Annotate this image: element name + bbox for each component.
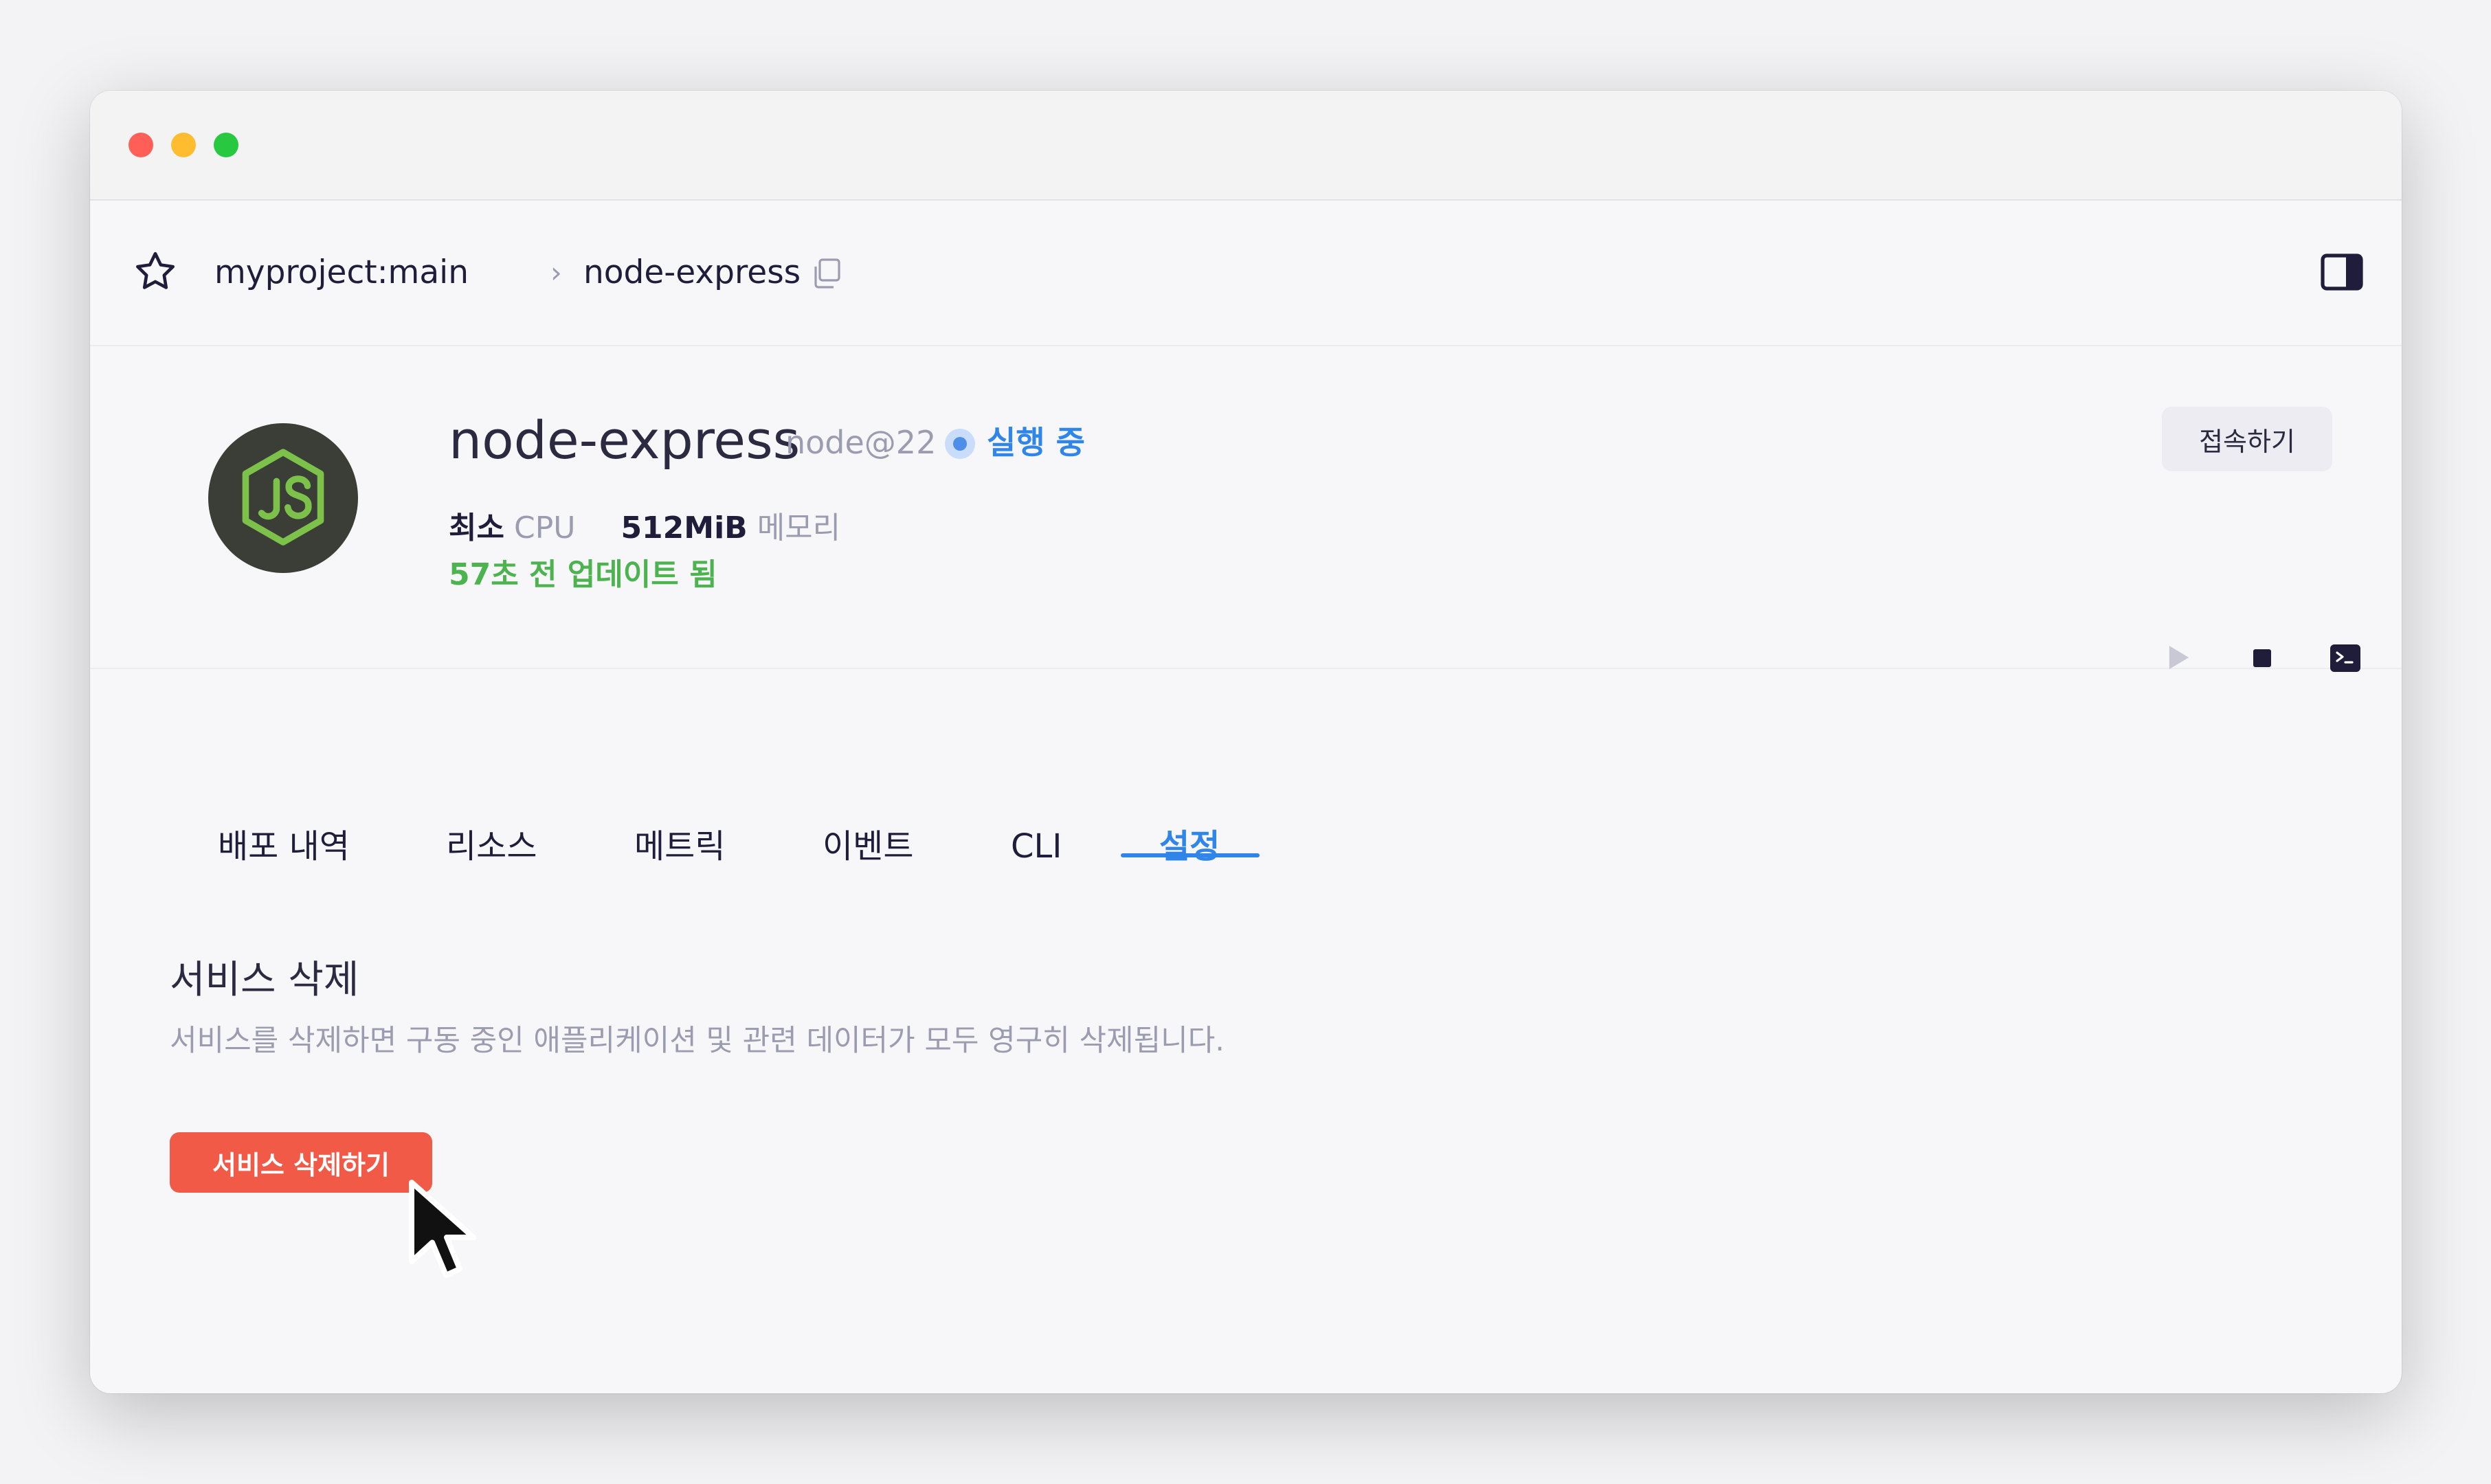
active-tab-indicator bbox=[1121, 853, 1260, 857]
star-icon[interactable] bbox=[131, 248, 179, 296]
delete-service-heading: 서비스 삭제 bbox=[170, 958, 359, 1002]
sidebar-toggle-icon[interactable] bbox=[2320, 253, 2364, 291]
runtime-version: node@22 bbox=[785, 424, 937, 461]
tab-events[interactable]: 이벤트 bbox=[823, 819, 913, 874]
tab-metrics[interactable]: 메트릭 bbox=[634, 819, 725, 874]
service-name: node-express bbox=[449, 409, 801, 471]
status-indicator-icon bbox=[945, 429, 975, 459]
connect-button[interactable]: 접속하기 bbox=[2162, 407, 2332, 471]
cursor-icon bbox=[409, 1180, 476, 1278]
zoom-window-button[interactable] bbox=[214, 133, 238, 157]
breadcrumb-separator: › bbox=[550, 256, 562, 289]
play-icon[interactable] bbox=[2169, 646, 2189, 669]
delete-service-button[interactable]: 서비스 삭제하기 bbox=[170, 1132, 432, 1193]
memory-label: 메모리 bbox=[757, 510, 841, 546]
stop-icon[interactable] bbox=[2253, 649, 2271, 667]
service-header: node-express node@22 실행 중 최소 CPU 512MiB … bbox=[90, 348, 2402, 672]
breadcrumb-service[interactable]: node-express bbox=[583, 249, 801, 297]
cpu-label: CPU bbox=[513, 510, 576, 546]
memory-value: 512MiB bbox=[621, 510, 748, 546]
terminal-icon[interactable] bbox=[2330, 644, 2360, 672]
breadcrumb-project[interactable]: myproject:main bbox=[214, 249, 469, 297]
close-window-button[interactable] bbox=[129, 133, 153, 157]
tab-resources[interactable]: 리소스 bbox=[446, 819, 537, 874]
tab-settings[interactable]: 설정 bbox=[1159, 819, 1220, 874]
cpu-prefix: 최소 bbox=[449, 510, 504, 546]
tab-bar: 배포 내역 리소스 메트릭 이벤트 CLI 설정 bbox=[90, 819, 2402, 881]
nodejs-logo-icon bbox=[208, 423, 358, 573]
titlebar bbox=[90, 91, 2402, 201]
minimize-window-button[interactable] bbox=[171, 133, 196, 157]
app-window: myproject:main › node-express node-expre… bbox=[90, 91, 2402, 1393]
copy-icon[interactable] bbox=[810, 257, 843, 291]
breadcrumb: myproject:main › node-express bbox=[90, 201, 2402, 346]
last-updated: 57초 전 업데이트 됨 bbox=[449, 557, 717, 592]
tab-cli[interactable]: CLI bbox=[1011, 819, 1062, 874]
tab-deploy-history[interactable]: 배포 내역 bbox=[218, 819, 350, 874]
resource-summary: 최소 CPU 512MiB 메모리 bbox=[449, 504, 840, 552]
status-badge: 실행 중 bbox=[987, 424, 1085, 461]
delete-service-description: 서비스를 삭제하면 구동 중인 애플리케이션 및 관련 데이터가 모두 영구히 … bbox=[170, 1024, 1225, 1058]
